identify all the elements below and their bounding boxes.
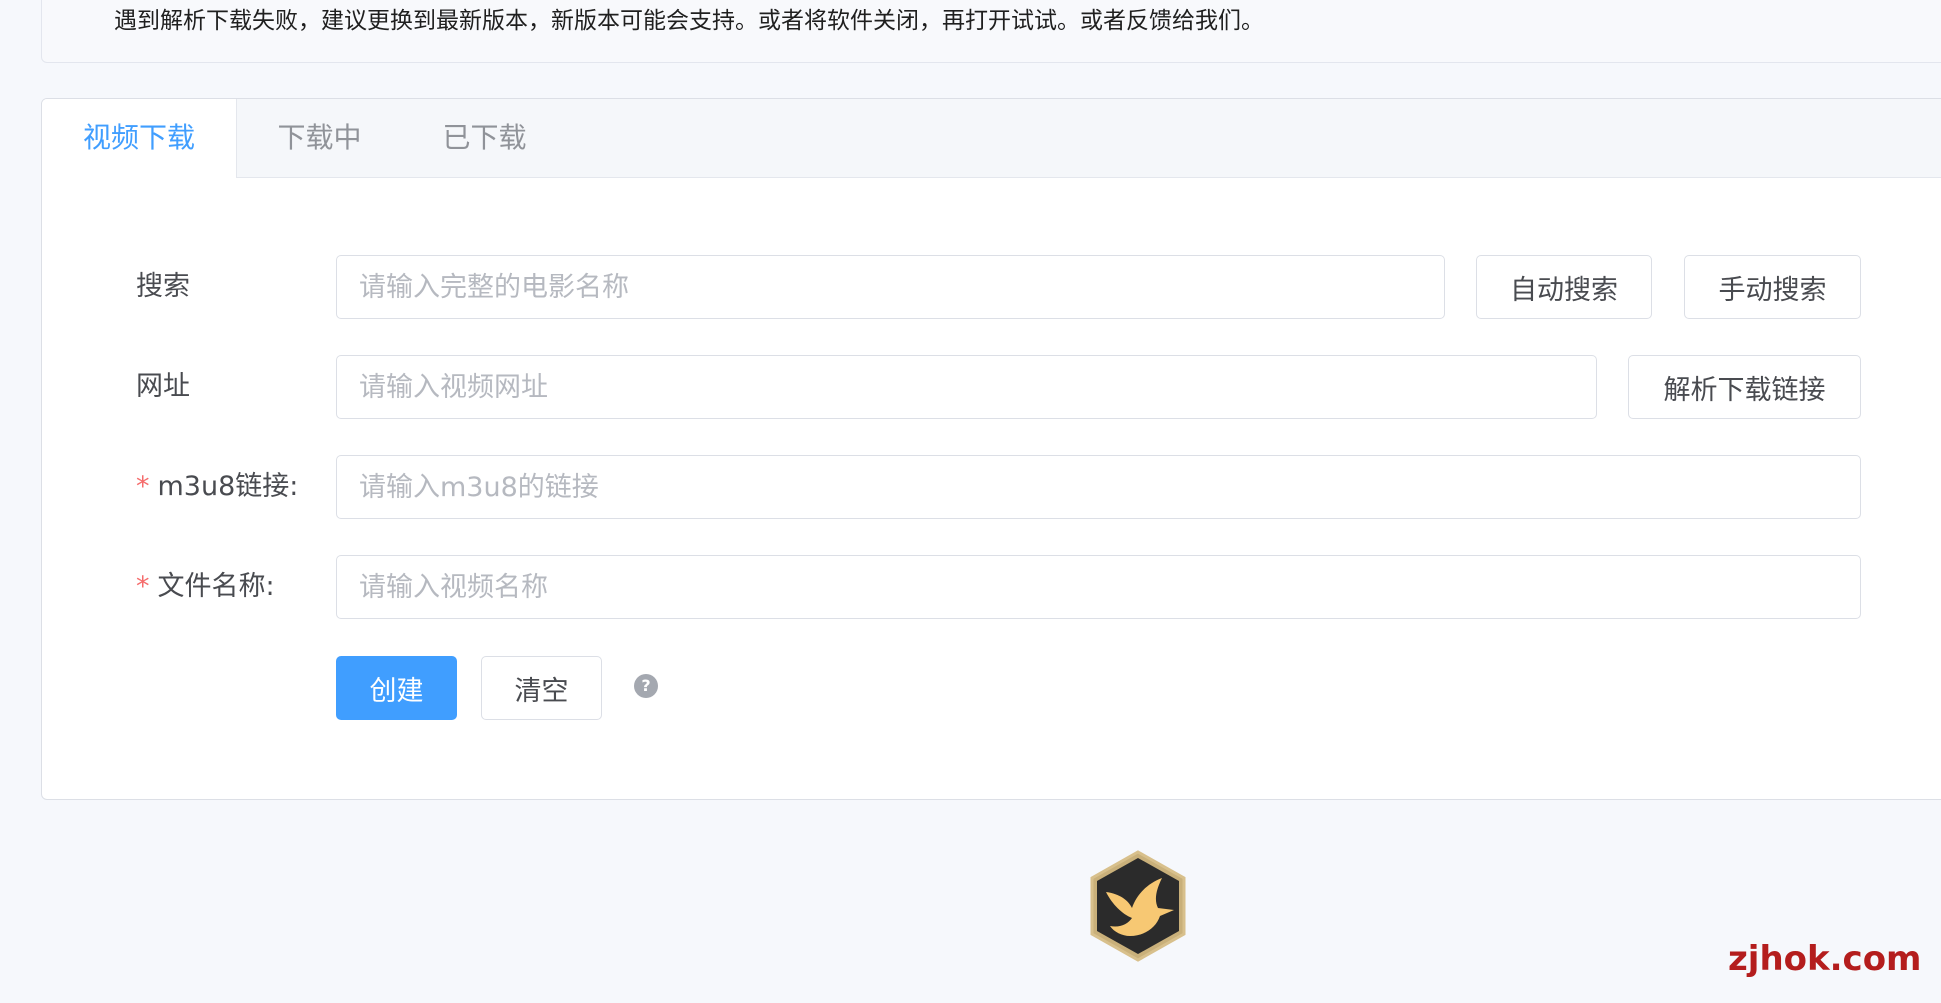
create-button[interactable]: 创建 <box>336 656 457 720</box>
m3u8-link-input[interactable] <box>336 455 1861 519</box>
search-label: 搜索 <box>136 271 190 302</box>
tab-downloading[interactable]: 下载中 <box>237 99 402 177</box>
clear-button[interactable]: 清空 <box>481 656 602 720</box>
tab-video-download[interactable]: 视频下载 <box>42 99 237 178</box>
question-circle-icon[interactable]: ? <box>634 674 658 698</box>
filename-label-text: 文件名称: <box>157 571 275 602</box>
download-panel: 视频下载 下载中 已下载 搜索 自动搜索 手动搜索 网址 解析下载链接 *m3u… <box>41 98 1941 800</box>
notice-text: 遇到解析下载失败，建议更换到最新版本，新版本可能会支持。或者将软件关闭，再打开试… <box>114 8 1264 34</box>
filename-input[interactable] <box>336 555 1861 619</box>
manual-search-button[interactable]: 手动搜索 <box>1684 255 1861 319</box>
parse-link-button[interactable]: 解析下载链接 <box>1628 355 1861 419</box>
auto-search-button[interactable]: 自动搜索 <box>1476 255 1652 319</box>
tab-bar: 视频下载 下载中 已下载 <box>42 99 1941 178</box>
filename-label: * 文件名称: <box>136 569 275 605</box>
watermark-text: zjhok.com <box>1728 939 1922 979</box>
required-mark: * <box>136 571 150 602</box>
m3u8-label-text: m3u8链接: <box>157 471 299 502</box>
tab-downloaded[interactable]: 已下载 <box>402 99 567 177</box>
movie-search-input[interactable] <box>336 255 1445 319</box>
m3u8-label: * m3u8链接: <box>136 469 298 505</box>
required-mark: * <box>136 471 150 502</box>
video-url-input[interactable] <box>336 355 1597 419</box>
hummingbird-icon <box>1084 848 1192 964</box>
url-label: 网址 <box>136 371 190 402</box>
notice-banner: 遇到解析下载失败，建议更换到最新版本，新版本可能会支持。或者将软件关闭，再打开试… <box>41 0 1941 63</box>
